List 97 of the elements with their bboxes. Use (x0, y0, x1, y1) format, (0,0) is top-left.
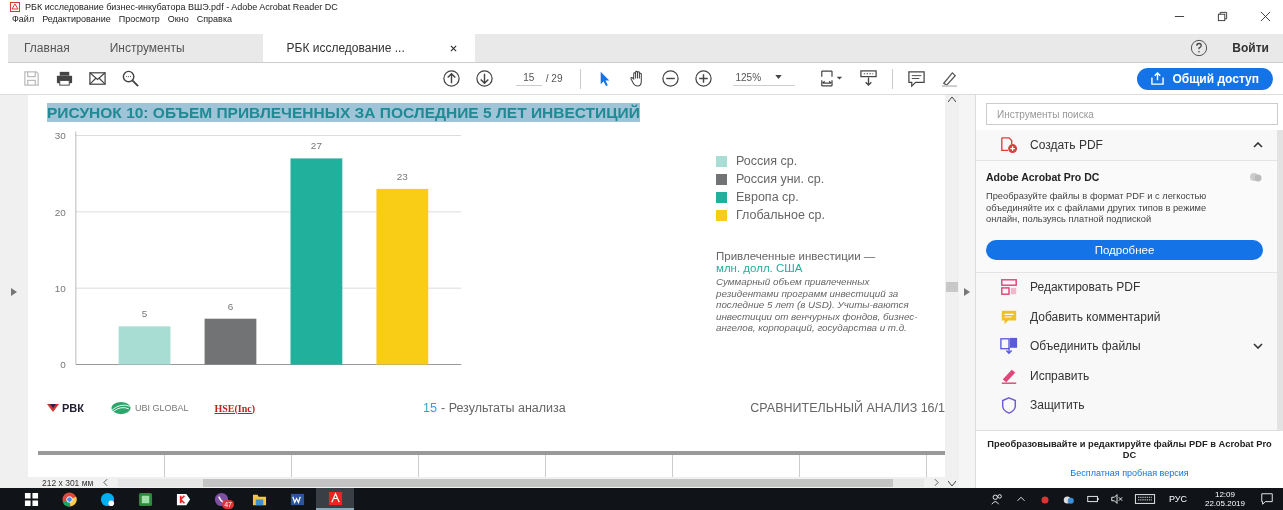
browser-icon (61, 491, 77, 507)
y-axis-label: 20 (54, 206, 66, 218)
page-total: / 29 (545, 73, 563, 84)
print-icon[interactable] (55, 69, 74, 88)
globe-logo-icon (110, 401, 132, 415)
keyboard-icon[interactable] (1133, 492, 1156, 506)
sign-in-button[interactable]: Войти (1232, 41, 1269, 55)
rvk-logo-icon (47, 403, 59, 413)
tool-item[interactable]: Добавить комментарий (976, 302, 1277, 332)
legend-label: Россия уни. ср. (736, 172, 825, 186)
window-title: РБК исследование бизнес-инкубатора ВШЭ.pdf - Adobe Acrobat Reader DC (25, 2, 338, 12)
zoom-dropdown[interactable]: 125% (733, 71, 796, 86)
bar-value-label: 27 (310, 140, 322, 152)
highlighter-icon[interactable] (940, 69, 960, 88)
page-number-field[interactable]: 15 (515, 71, 542, 86)
menu-item[interactable]: Справка (196, 14, 233, 24)
bar-value-label: 23 (396, 170, 408, 182)
caret-icon (775, 75, 783, 79)
learn-more-button[interactable]: Подробнее (986, 239, 1263, 260)
tab[interactable]: РБК исследование ... (262, 34, 475, 62)
promo-text: Преобразуйте файлы в формат PDF и с легкостью объединяйте их с файлами других типов в режиме онлайн, пользуясь платной подпиской (986, 191, 1208, 226)
muted-speaker-icon[interactable] (1109, 492, 1124, 506)
tool-item[interactable]: Защитить (976, 390, 1277, 420)
page-size-label: 212 x 301 мм (42, 477, 94, 488)
vertical-scrollbar[interactable] (945, 95, 959, 488)
help-icon[interactable] (1190, 39, 1209, 57)
taskbar-button[interactable] (316, 488, 354, 510)
y-axis-label: 0 (60, 359, 66, 371)
bar-value-label: 5 (141, 308, 148, 320)
upsell-text: Преобразовывайте и редактируйте файлы PDF в Acrobat Pro DC (986, 439, 1273, 461)
rvk-logo-text: РВК (62, 402, 84, 414)
tab[interactable]: Инструменты (93, 34, 203, 62)
shield-icon (1000, 396, 1018, 415)
footer-page-number: 15 (423, 401, 437, 415)
clock[interactable]: 12:09 22.05.2019 (1204, 490, 1245, 508)
free-trial-link[interactable]: Бесплатная пробная версия (1070, 468, 1189, 478)
previous-page-icon[interactable] (441, 69, 461, 88)
close-icon[interactable] (1260, 10, 1271, 22)
legend-label: Россия ср. (736, 154, 798, 168)
footer-section: - Результаты анализа (441, 401, 566, 415)
figure-title: РИСУНОК 10: ОБЪЕМ ПРИВЛЕЧЕННЫХ ЗА ПОСЛЕДНИЕ 5 ЛЕТ ИНВЕСТИЦИЙ (47, 103, 640, 122)
windows-logo-icon (23, 491, 39, 507)
create-pdf-row[interactable]: Создать PDF (976, 130, 1277, 160)
menu-item[interactable]: Редактирование (42, 14, 111, 24)
zoom-in-icon[interactable] (694, 69, 714, 88)
restore-icon[interactable] (1217, 10, 1228, 22)
scroll-up-icon[interactable] (948, 97, 956, 102)
bar-value-label: 6 (227, 300, 234, 312)
tool-item[interactable]: Объединить файлы (976, 331, 1277, 361)
hse-logo-text: HSE(Inc) (214, 402, 256, 414)
promo-title: Adobe Acrobat Pro DC (986, 171, 1100, 183)
notifications-icon[interactable] (1260, 492, 1274, 506)
scroll-mode-icon[interactable] (859, 69, 879, 88)
chevron-icon[interactable] (1253, 142, 1263, 148)
search-icon[interactable] (121, 69, 140, 88)
comment-icon[interactable] (907, 69, 927, 88)
expand-arrow-icon[interactable] (11, 287, 17, 296)
tab[interactable]: Главная (8, 34, 94, 62)
y-axis-label: 30 (54, 130, 66, 142)
app-icon (137, 491, 153, 507)
note-unit: млн. долл. США (716, 262, 804, 274)
document-plus-icon (1000, 136, 1018, 154)
ubi-logo-text: UBI GLOBAL (135, 403, 189, 413)
mail-icon[interactable] (88, 69, 107, 88)
legend-label: Европа ср. (736, 190, 799, 204)
tool-search-field[interactable]: Инструменты поиска (986, 103, 1278, 125)
chevron-icon[interactable] (1253, 343, 1263, 350)
pages-icon (1000, 337, 1018, 356)
people-icon[interactable] (989, 492, 1004, 506)
scroll-left-icon[interactable] (103, 479, 109, 486)
tool-item[interactable]: Редактировать PDF (976, 272, 1277, 302)
horizontal-scrollbar[interactable] (118, 478, 924, 487)
browser-icon (175, 491, 191, 507)
share-button[interactable]: Общий доступ (1137, 67, 1273, 90)
note-text: Суммарный объем привлеченных резидентами программ инвестиций за последние 5 лет (в USD). Учиты-ваются инвестиции от венчурных фондов, бизнес-ангелов, корпораций, государства и т.д. (716, 276, 919, 334)
share-icon (1151, 72, 1165, 85)
zoom-out-icon[interactable] (661, 69, 681, 88)
cloud-icon (1249, 172, 1263, 182)
collapse-panel-icon[interactable] (964, 287, 970, 296)
scroll-right-icon[interactable] (934, 479, 939, 486)
running-head: СРАВНИТЕЛЬНЫЙ АНАЛИЗ 16/1 (750, 401, 945, 415)
tool-item[interactable]: Исправить (976, 361, 1277, 391)
menu-item[interactable]: Просмотр (118, 14, 160, 24)
next-page-icon[interactable] (474, 69, 494, 88)
pdf-app-icon (327, 490, 343, 506)
y-axis-label: 10 (54, 283, 66, 295)
menu-item[interactable]: Окно (167, 14, 189, 24)
legend-label: Глобальное ср. (736, 208, 826, 222)
document-app-icon (289, 491, 305, 507)
chat-app-icon (99, 491, 115, 507)
layout-icon (1000, 278, 1018, 297)
close-tab-icon[interactable] (449, 44, 457, 52)
note-title: Привлеченные инвестиции — (716, 250, 877, 262)
menu-item[interactable]: Файл (12, 14, 35, 24)
scrollbar-thumb[interactable] (946, 282, 958, 292)
scroll-down-icon[interactable] (948, 481, 956, 486)
input-language[interactable]: РУС (1168, 494, 1187, 504)
